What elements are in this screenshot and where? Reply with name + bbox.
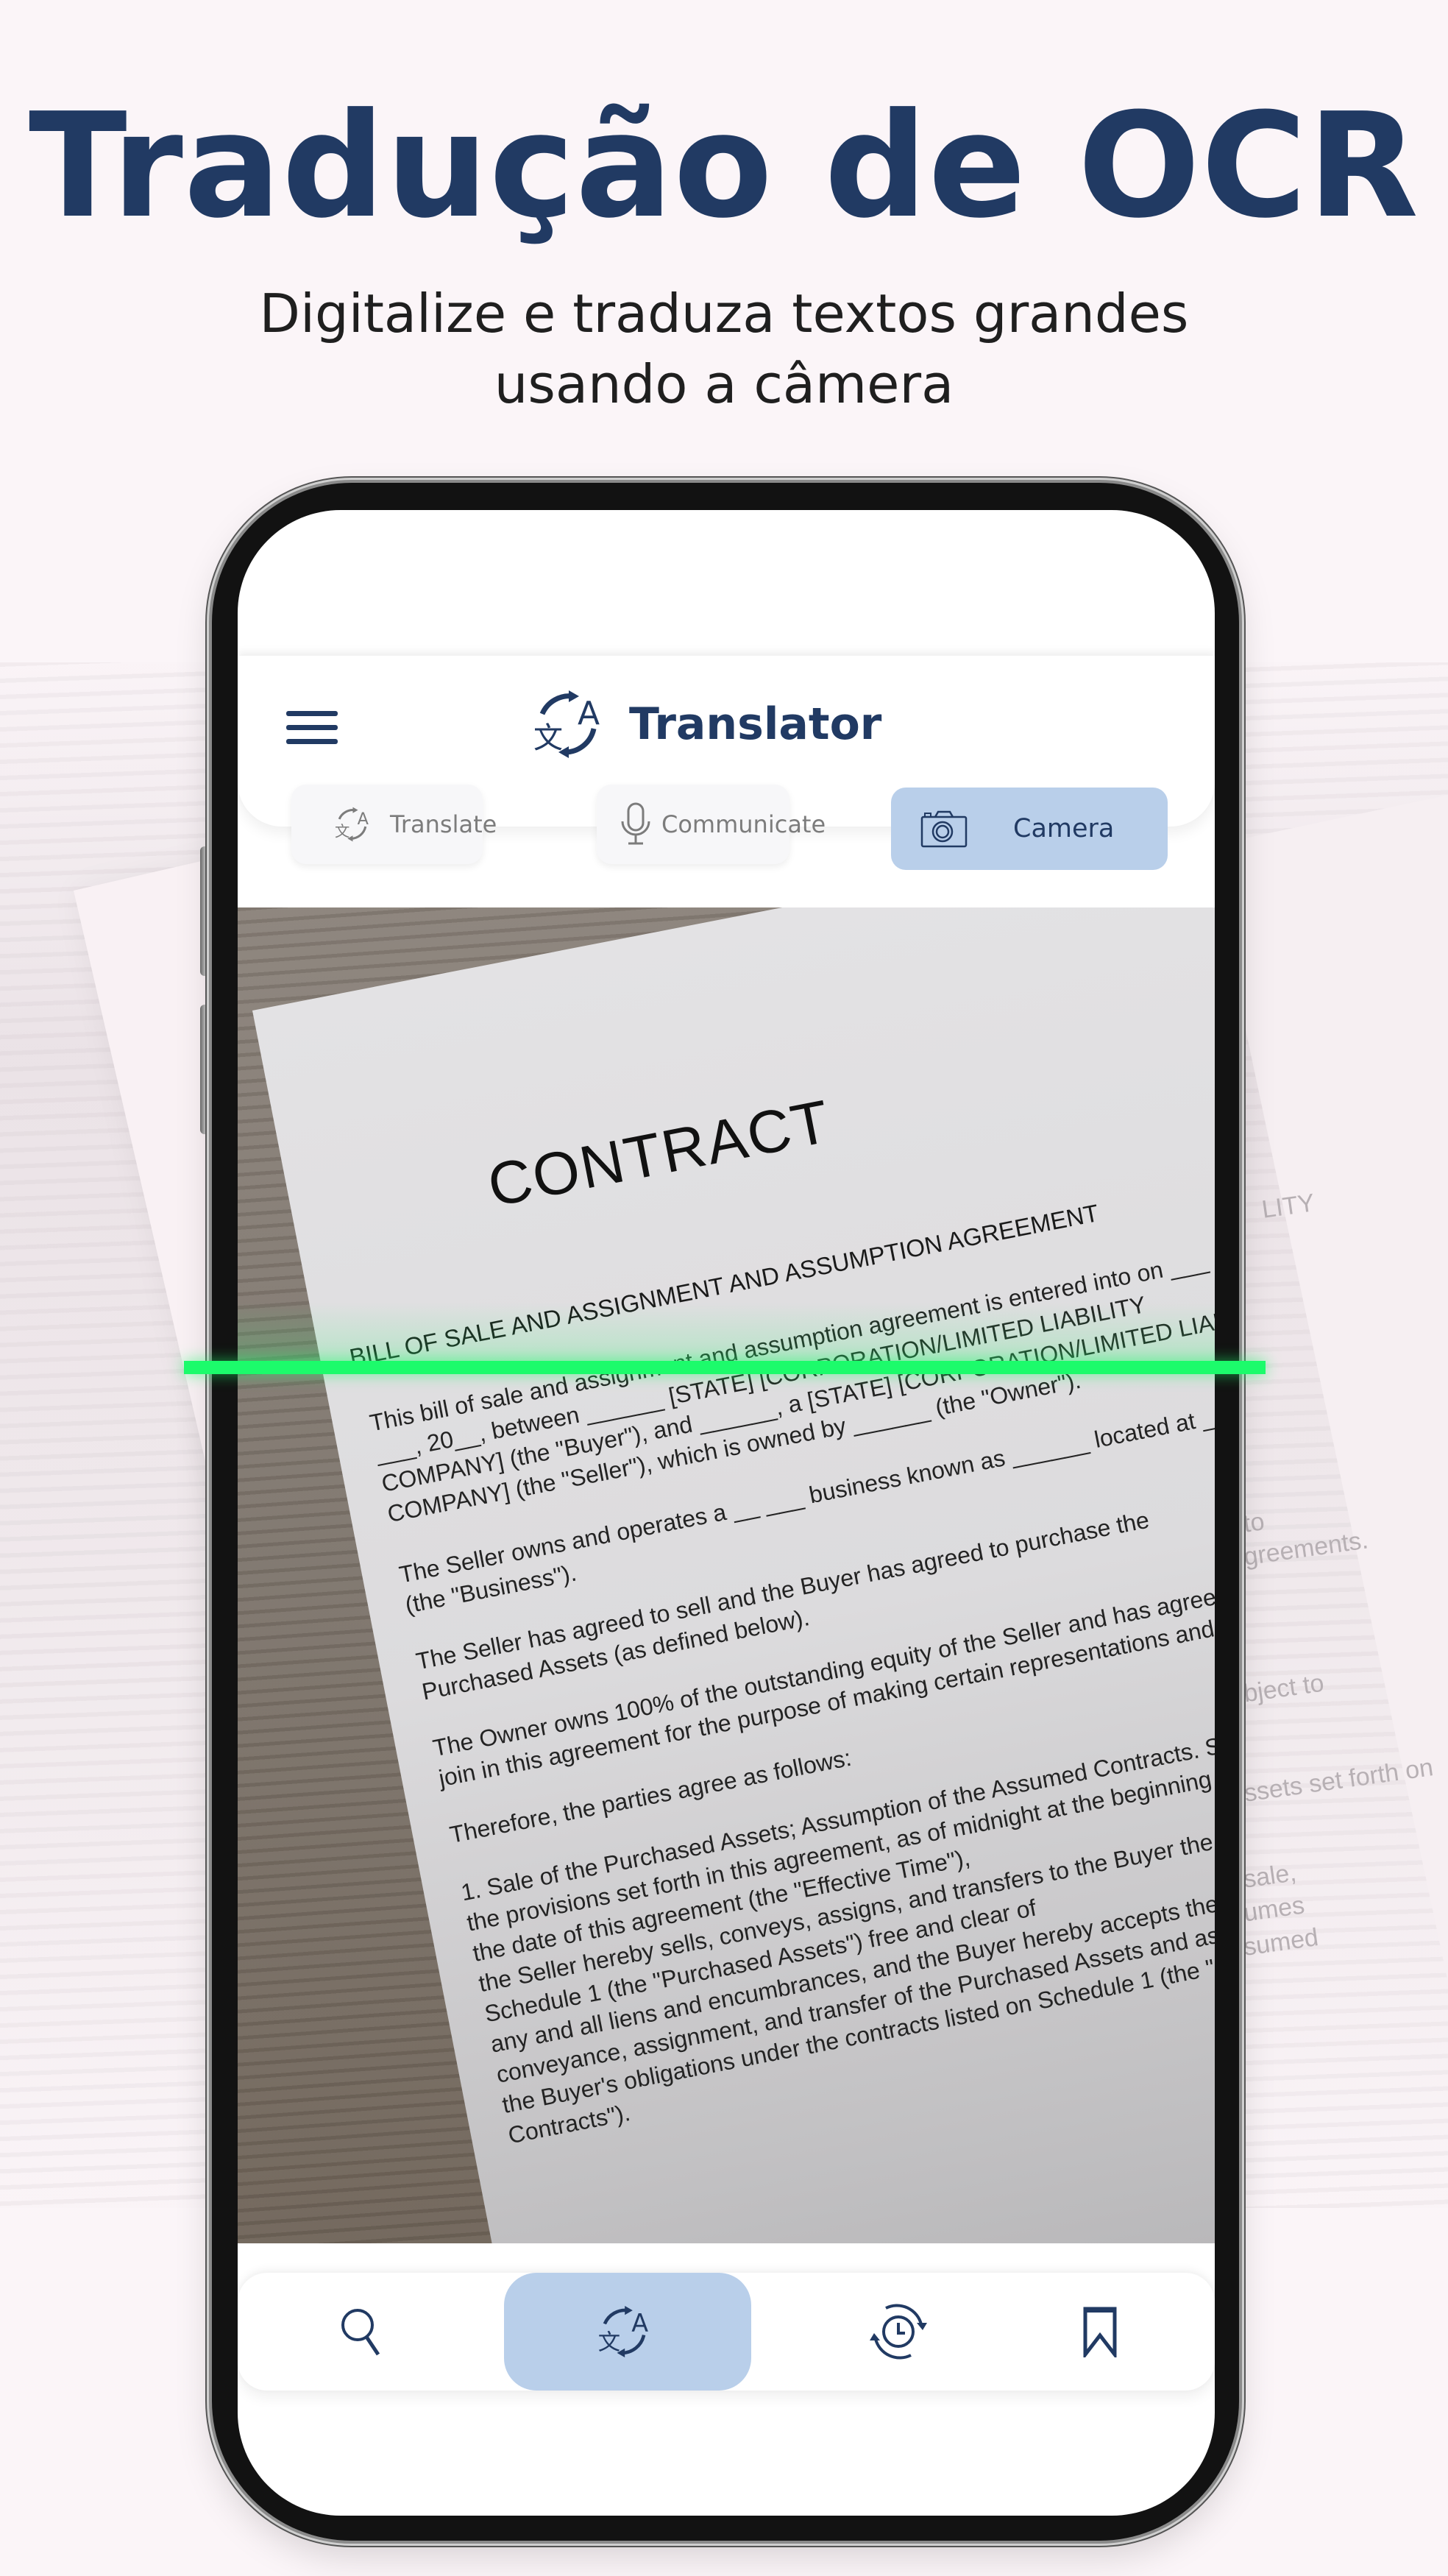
- nav-translate[interactable]: A 文: [504, 2273, 751, 2391]
- subtitle-line-1: Digitalize e traduza textos grandes: [259, 283, 1189, 344]
- hamburger-line: [286, 725, 338, 730]
- bottom-navigation: A 文: [238, 2273, 1215, 2391]
- phone-volume-up-button: [200, 846, 212, 976]
- tab-camera-label: Camera: [1013, 814, 1115, 843]
- svg-text:文: 文: [335, 822, 349, 840]
- app-name: Translator: [629, 698, 882, 750]
- headline-subtitle: Digitalize e traduza textos grandes usan…: [0, 278, 1448, 420]
- translate-icon: A 文: [598, 2306, 648, 2357]
- nav-search[interactable]: [289, 2273, 436, 2391]
- tab-translate[interactable]: A 文 Translate: [291, 785, 497, 864]
- app-brand: A 文 Translator: [532, 684, 881, 765]
- phone-volume-down-button: [200, 1005, 212, 1134]
- headline-title: Tradução de OCR: [28, 82, 1420, 250]
- bookmark-icon: [1083, 2307, 1117, 2357]
- camera-icon: [920, 810, 968, 848]
- hamburger-menu-icon: [286, 711, 338, 716]
- phone-screen: A 文 Translator A 文 Translate Communicate: [238, 510, 1215, 2516]
- translate-icon: A 文: [335, 807, 369, 842]
- svg-text:A: A: [578, 695, 600, 732]
- svg-text:文: 文: [533, 721, 563, 755]
- svg-text:文: 文: [598, 2329, 620, 2355]
- background-text: to: [1241, 1507, 1266, 1538]
- tab-camera[interactable]: Camera: [891, 788, 1168, 870]
- camera-viewfinder[interactable]: CONTRACT BILL OF SALE AND ASSIGNMENT AND…: [238, 907, 1215, 2243]
- tab-translate-label: Translate: [390, 810, 497, 838]
- scanned-document: CONTRACT BILL OF SALE AND ASSIGNMENT AND…: [252, 907, 1215, 2243]
- hamburger-menu-button[interactable]: [286, 711, 338, 749]
- nav-history[interactable]: [825, 2273, 972, 2391]
- ocr-scan-line: [184, 1361, 1266, 1374]
- tab-communicate[interactable]: Communicate: [597, 785, 826, 864]
- hamburger-line: [286, 739, 338, 744]
- search-icon: [341, 2309, 380, 2356]
- svg-text:A: A: [631, 2309, 648, 2338]
- document-title: CONTRACT: [482, 1087, 837, 1220]
- subtitle-line-2: usando a câmera: [494, 353, 954, 415]
- microphone-icon: [621, 802, 650, 845]
- svg-text:A: A: [358, 810, 369, 829]
- translate-icon: A 文: [533, 690, 600, 758]
- history-icon: [870, 2304, 927, 2360]
- nav-bookmarks[interactable]: [1026, 2273, 1174, 2391]
- scan-line-glow: [238, 1303, 1215, 1365]
- tab-communicate-label: Communicate: [661, 810, 826, 838]
